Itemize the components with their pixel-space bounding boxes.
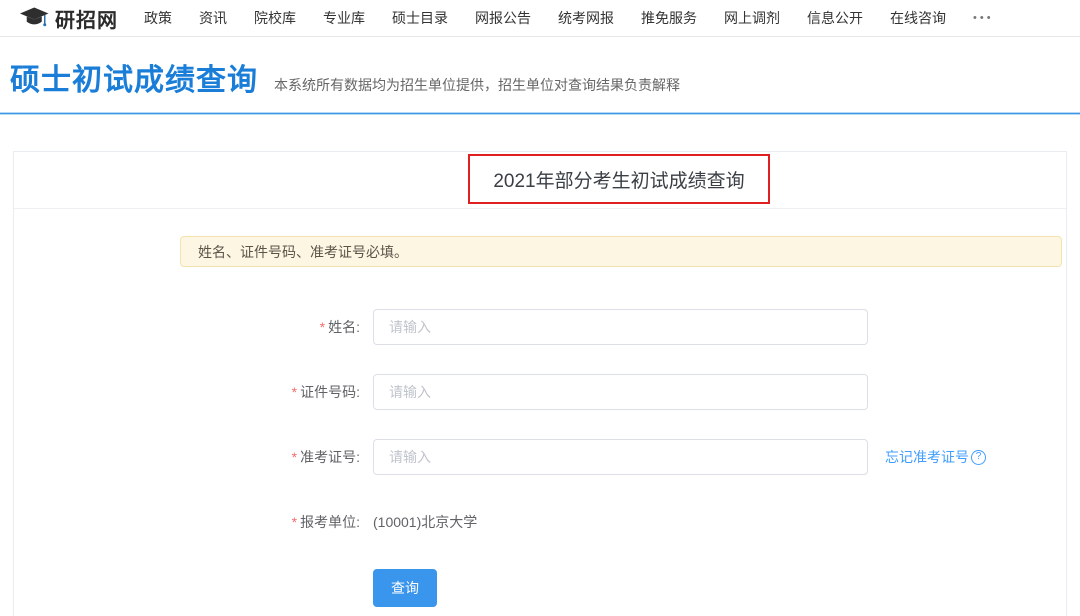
required-asterisk: * xyxy=(292,514,297,530)
question-mark-icon: ? xyxy=(971,450,986,465)
panel-title: 2021年部分考生初试成绩查询 xyxy=(493,166,744,193)
nav-item-policy[interactable]: 政策 xyxy=(144,8,172,28)
id-number-input[interactable] xyxy=(373,374,868,410)
query-button[interactable]: 查询 xyxy=(373,569,437,607)
required-asterisk: * xyxy=(292,384,297,400)
page-header: 硕士初试成绩查询 本系统所有数据均为招生单位提供，招生单位对查询结果负责解释 xyxy=(0,37,1080,112)
name-input[interactable] xyxy=(373,309,868,345)
nav-item-news[interactable]: 资讯 xyxy=(199,8,227,28)
page-title: 硕士初试成绩查询 xyxy=(10,55,258,99)
target-unit-label: *报考单位: xyxy=(14,512,373,532)
top-navbar: 研招网 政策 资讯 院校库 专业库 硕士目录 网报公告 统考网报 推免服务 网上… xyxy=(0,0,1080,37)
nav-item-exempt-service[interactable]: 推免服务 xyxy=(641,8,697,28)
query-panel: 2021年部分考生初试成绩查询 姓名、证件号码、准考证号必填。 *姓名: *证件… xyxy=(13,151,1067,616)
form-row-id-number: *证件号码: xyxy=(14,374,1066,410)
nav-item-online-consult[interactable]: 在线咨询 xyxy=(890,8,946,28)
blue-divider xyxy=(0,112,1080,115)
page-subtitle: 本系统所有数据均为招生单位提供，招生单位对查询结果负责解释 xyxy=(274,75,680,95)
admission-ticket-input[interactable] xyxy=(373,439,868,475)
form-row-name: *姓名: xyxy=(14,309,1066,345)
nav-item-online-report-notice[interactable]: 网报公告 xyxy=(475,8,531,28)
panel-header: 2021年部分考生初试成绩查询 xyxy=(14,152,1066,209)
query-form: *姓名: *证件号码: *准考证号: 忘记准考证号? *报考单位: (10001… xyxy=(14,309,1066,607)
red-annotation-box: 2021年部分考生初试成绩查询 xyxy=(468,154,770,204)
nav-item-online-adjustment[interactable]: 网上调剂 xyxy=(724,8,780,28)
notice-text: 姓名、证件号码、准考证号必填。 xyxy=(198,242,408,262)
nav-item-master-catalog[interactable]: 硕士目录 xyxy=(392,8,448,28)
required-asterisk: * xyxy=(292,449,297,465)
nav-item-unified-exam-report[interactable]: 统考网报 xyxy=(558,8,614,28)
nav-item-major-library[interactable]: 专业库 xyxy=(323,8,365,28)
button-row: 查询 xyxy=(14,569,1066,607)
nav-item-info-disclosure[interactable]: 信息公开 xyxy=(807,8,863,28)
admission-ticket-label: *准考证号: xyxy=(14,447,373,467)
name-label: *姓名: xyxy=(14,317,373,337)
form-row-admission-ticket: *准考证号: 忘记准考证号? xyxy=(14,439,1066,475)
graduation-cap-icon xyxy=(20,5,50,31)
nav-item-college-library[interactable]: 院校库 xyxy=(254,8,296,28)
logo-text: 研招网 xyxy=(55,4,118,33)
required-fields-notice: 姓名、证件号码、准考证号必填。 xyxy=(180,236,1062,267)
id-number-label: *证件号码: xyxy=(14,382,373,402)
nav-more-icon[interactable]: ••• xyxy=(973,12,994,24)
nav-menu: 政策 资讯 院校库 专业库 硕士目录 网报公告 统考网报 推免服务 网上调剂 信… xyxy=(144,8,994,28)
required-asterisk: * xyxy=(320,319,325,335)
form-row-target-unit: *报考单位: (10001)北京大学 xyxy=(14,504,1066,540)
site-logo[interactable]: 研招网 xyxy=(20,4,118,33)
target-unit-value: (10001)北京大学 xyxy=(373,512,477,532)
forgot-ticket-link[interactable]: 忘记准考证号? xyxy=(885,447,986,467)
